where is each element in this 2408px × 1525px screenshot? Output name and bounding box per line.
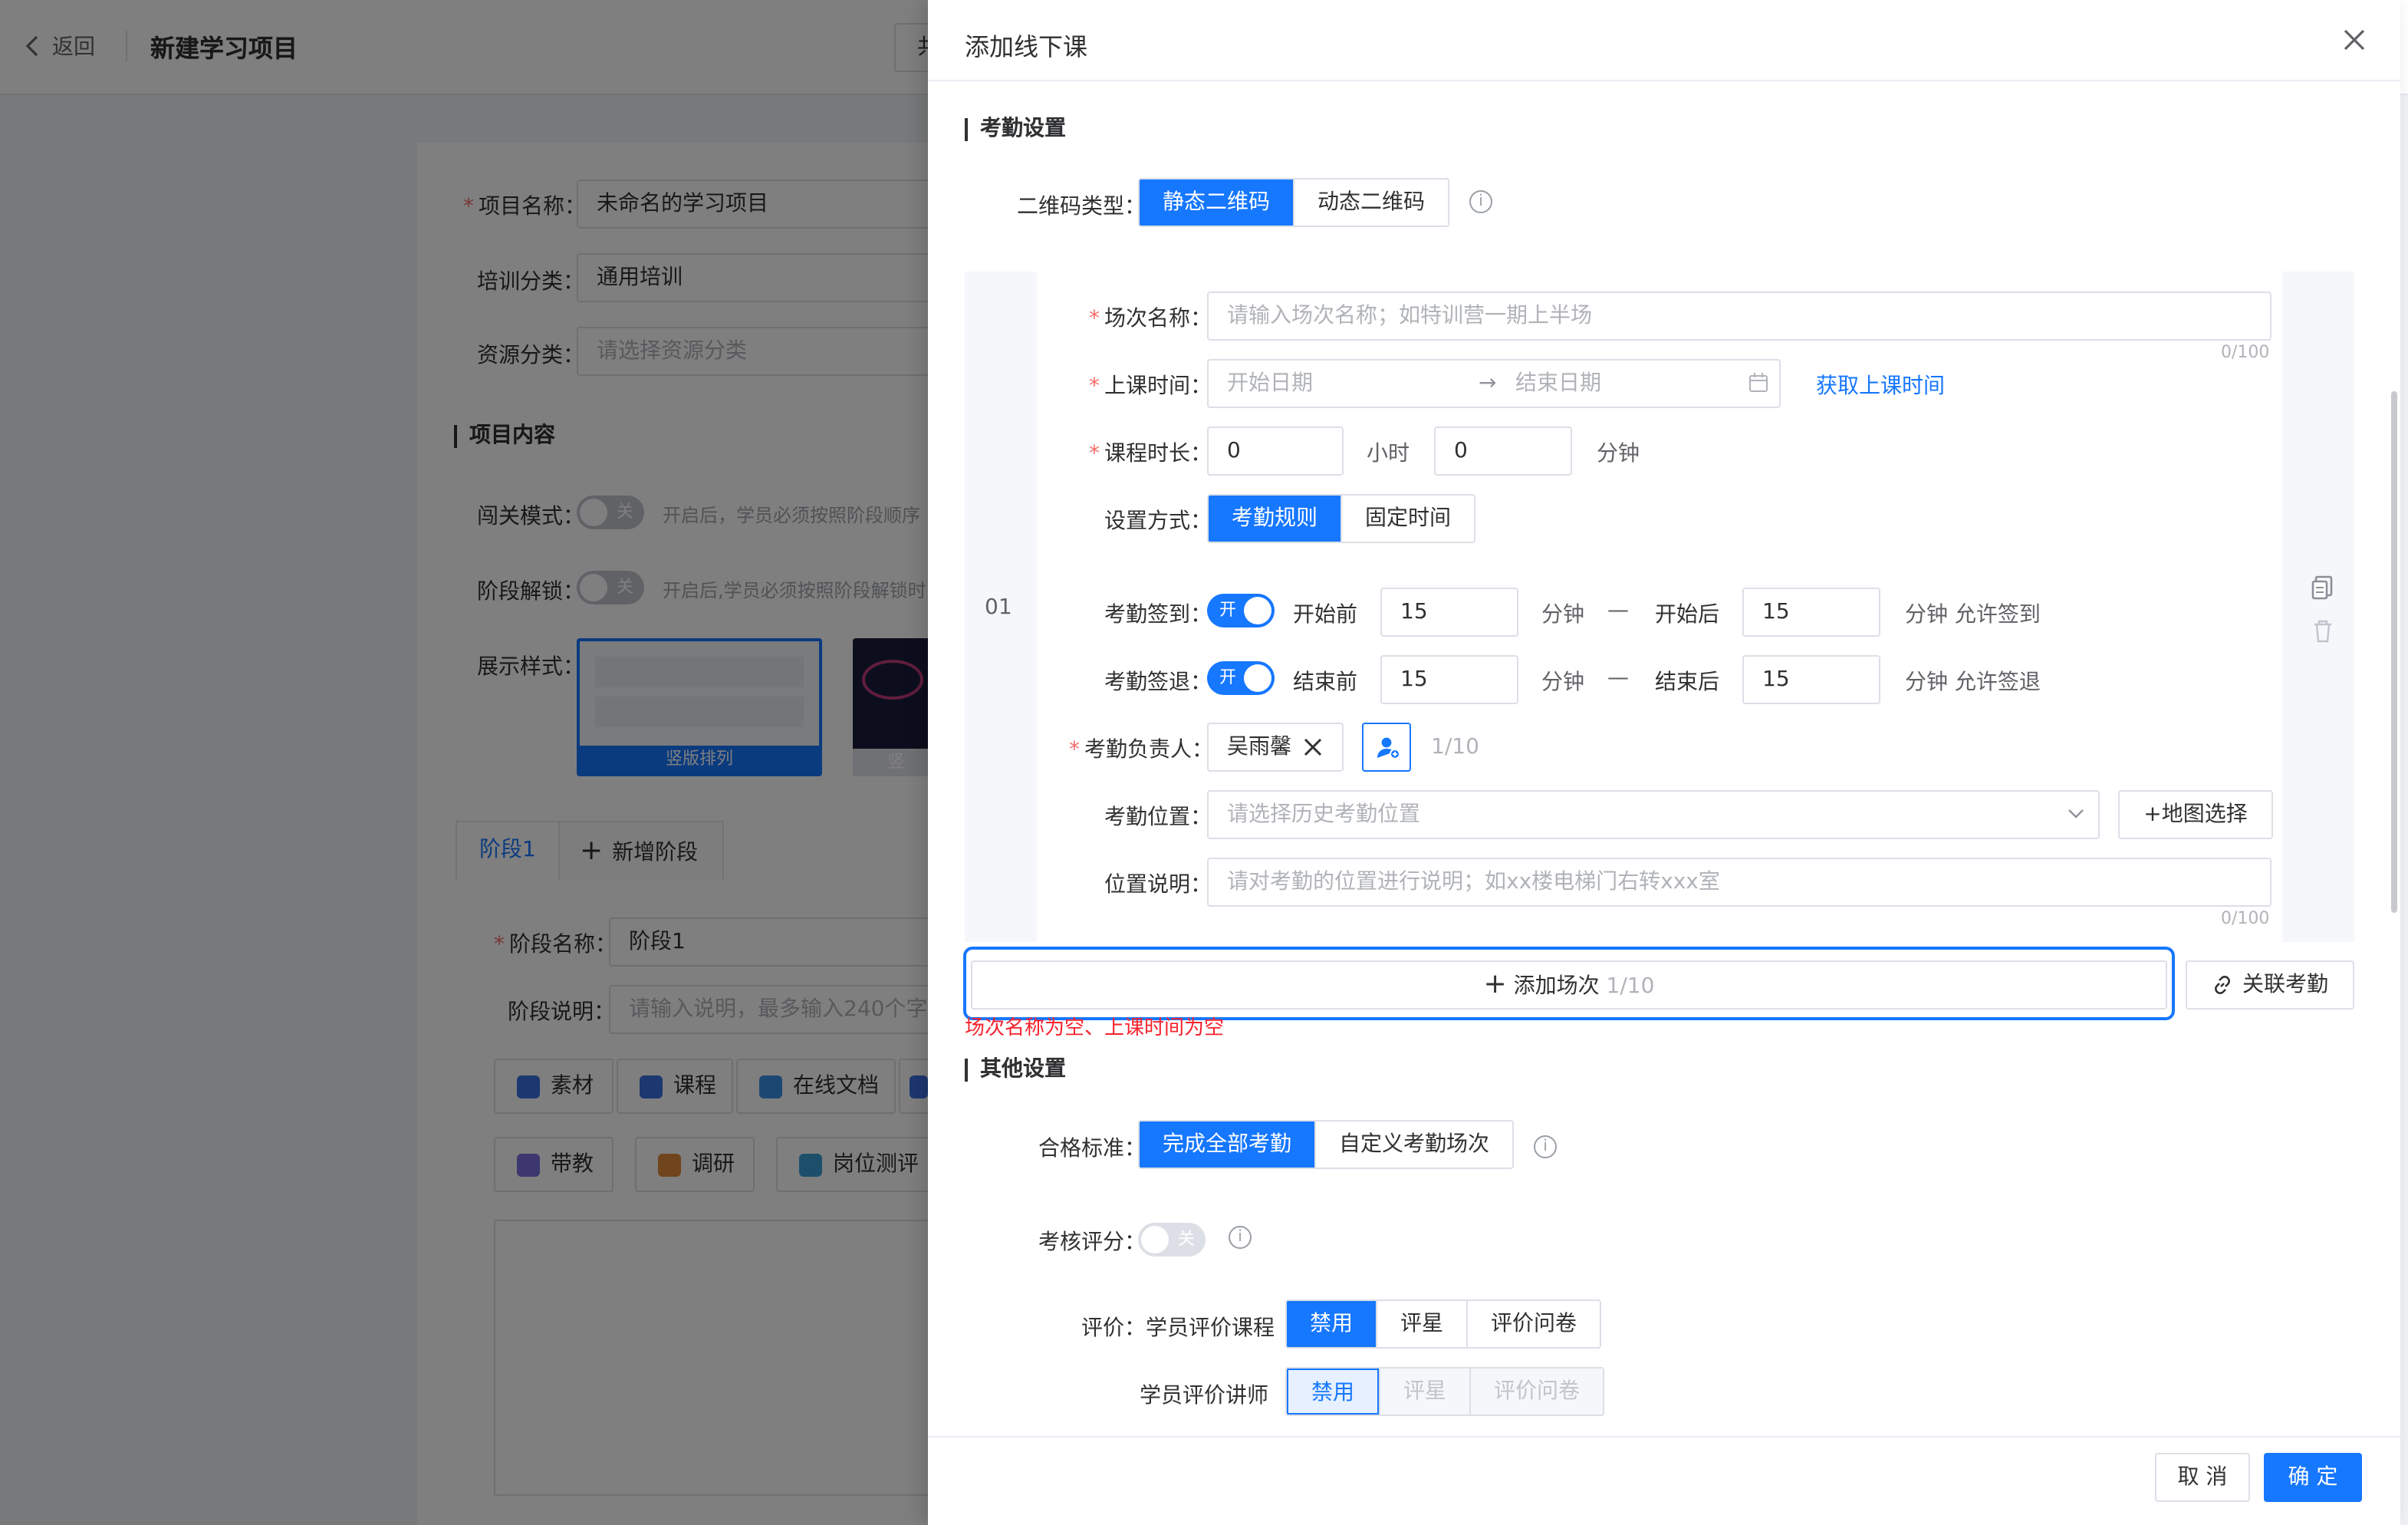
class-time-range[interactable]: 开始日期 → 结束日期 bbox=[1207, 359, 1781, 408]
session-index: 01 bbox=[985, 595, 1012, 620]
arrow-right-icon: → bbox=[1479, 371, 1497, 396]
checkout-label: 考勤签退： bbox=[1104, 670, 1212, 695]
checkout-after-unit: 分钟 允许签退 bbox=[1905, 670, 2041, 695]
cancel-button[interactable]: 取 消 bbox=[2155, 1453, 2250, 1502]
error-message: 场次名称为空、上课时间为空 bbox=[965, 1017, 1225, 1040]
pass-standard-label: 合格标准： bbox=[1038, 1137, 1146, 1161]
checkout-before-input[interactable]: 15 bbox=[1380, 655, 1518, 704]
add-owner-button[interactable] bbox=[1362, 723, 1411, 772]
user-add-icon bbox=[1376, 735, 1400, 759]
eval-course-toggle: 禁用 评星 评价问卷 bbox=[1285, 1299, 1601, 1349]
owner-tag: 吴雨馨 bbox=[1207, 723, 1344, 772]
hours-input[interactable]: 0 bbox=[1207, 427, 1344, 476]
minutes-unit: 分钟 bbox=[1597, 442, 1640, 466]
link-attendance-button[interactable]: 关联考勤 bbox=[2186, 960, 2354, 1010]
eval-teacher-questionnaire[interactable]: 评价问卷 bbox=[1469, 1369, 1603, 1415]
info-icon[interactable]: i bbox=[1469, 190, 1492, 213]
hours-unit: 小时 bbox=[1367, 442, 1410, 466]
session-name-count: 0/100 bbox=[2221, 342, 2270, 362]
session-name-label: 场次名称： bbox=[1089, 302, 1212, 333]
other-section-title: 其他设置 bbox=[965, 1058, 1066, 1082]
checkout-after-label: 结束后 bbox=[1655, 670, 1719, 695]
location-desc-count: 0/100 bbox=[2221, 908, 2270, 928]
trash-icon[interactable] bbox=[2313, 620, 2333, 643]
remove-owner-icon[interactable] bbox=[1304, 738, 1322, 756]
eval-teacher-toggle: 禁用 评星 评价问卷 bbox=[1285, 1367, 1604, 1416]
get-class-time-link[interactable]: 获取上课时间 bbox=[1816, 370, 1945, 400]
session-name-input[interactable]: 请输入场次名称；如特训营一期上半场 bbox=[1207, 291, 2271, 341]
map-select-button[interactable]: +地图选择 bbox=[2118, 790, 2273, 839]
location-desc-input[interactable]: 请对考勤的位置进行说明；如xx楼电梯门右转xxx室 bbox=[1207, 858, 2271, 907]
score-label: 考核评分： bbox=[1038, 1230, 1146, 1255]
chevron-down-icon bbox=[2068, 809, 2084, 819]
modal-mask[interactable] bbox=[0, 0, 928, 1525]
confirm-button[interactable]: 确 定 bbox=[2264, 1453, 2362, 1502]
mode-label: 设置方式： bbox=[1104, 509, 1212, 534]
qr-dynamic-option[interactable]: 动态二维码 bbox=[1293, 180, 1448, 226]
owner-label: 考勤负责人： bbox=[1069, 733, 1213, 764]
location-select[interactable]: 请选择历史考勤位置 bbox=[1207, 790, 2100, 839]
eval-teacher-disable[interactable]: 禁用 bbox=[1287, 1369, 1379, 1415]
info-icon[interactable]: i bbox=[1534, 1135, 1557, 1158]
eval-course-star[interactable]: 评星 bbox=[1376, 1301, 1466, 1347]
add-session-label: 添加场次 bbox=[1513, 974, 1600, 999]
add-session-button[interactable]: + 添加场次 1/10 bbox=[971, 960, 2167, 1010]
mode-fixed-time[interactable]: 固定时间 bbox=[1341, 496, 1474, 542]
mode-toggle: 考勤规则 固定时间 bbox=[1207, 494, 1475, 543]
eval-course-disable[interactable]: 禁用 bbox=[1287, 1301, 1376, 1347]
plus-icon: + bbox=[1483, 968, 1507, 1000]
checkin-before-label: 开始前 bbox=[1293, 603, 1357, 627]
location-desc-label: 位置说明： bbox=[1104, 873, 1212, 898]
scrollbar[interactable] bbox=[2391, 391, 2397, 913]
duration-label: 课程时长： bbox=[1089, 437, 1212, 468]
dash: — bbox=[1607, 666, 1629, 690]
start-date-input[interactable]: 开始日期 bbox=[1227, 361, 1313, 407]
end-date-input[interactable]: 结束日期 bbox=[1515, 361, 1601, 407]
eval-teacher-star[interactable]: 评星 bbox=[1379, 1369, 1469, 1415]
link-icon bbox=[2212, 974, 2233, 996]
drawer-footer: 取 消 确 定 bbox=[928, 1436, 2400, 1525]
checkin-after-label: 开始后 bbox=[1655, 603, 1719, 627]
qr-type-toggle: 静态二维码 动态二维码 bbox=[1138, 178, 1449, 227]
close-icon[interactable] bbox=[2342, 28, 2367, 52]
pass-standard-toggle: 完成全部考勤 自定义考勤场次 bbox=[1138, 1120, 1514, 1169]
checkout-before-unit: 分钟 bbox=[1541, 670, 1584, 695]
class-time-label: 上课时间： bbox=[1089, 370, 1212, 400]
drawer-header: 添加线下课 bbox=[928, 0, 2400, 81]
eval-teacher-label: 学员评价讲师 bbox=[1140, 1384, 1268, 1408]
pass-all-option[interactable]: 完成全部考勤 bbox=[1140, 1122, 1314, 1168]
eval-label: 评价：学员评价课程 bbox=[1081, 1316, 1275, 1341]
mode-attendance-rule[interactable]: 考勤规则 bbox=[1209, 496, 1341, 542]
checkin-before-input[interactable]: 15 bbox=[1380, 588, 1518, 637]
calendar-icon bbox=[1748, 373, 1768, 393]
checkout-after-input[interactable]: 15 bbox=[1742, 655, 1880, 704]
qr-static-option[interactable]: 静态二维码 bbox=[1140, 180, 1293, 226]
minutes-input[interactable]: 0 bbox=[1434, 427, 1572, 476]
attendance-section-title: 考勤设置 bbox=[965, 117, 1066, 141]
add-session-count: 1/10 bbox=[1606, 974, 1655, 999]
owner-count: 1/10 bbox=[1431, 735, 1479, 759]
checkout-switch[interactable]: 开 bbox=[1207, 661, 1275, 695]
checkin-after-input[interactable]: 15 bbox=[1742, 588, 1880, 637]
info-icon[interactable]: i bbox=[1229, 1226, 1252, 1249]
location-label: 考勤位置： bbox=[1104, 805, 1212, 830]
checkin-before-unit: 分钟 bbox=[1541, 603, 1584, 627]
checkout-before-label: 结束前 bbox=[1293, 670, 1357, 695]
qr-type-label: 二维码类型： bbox=[1017, 195, 1146, 219]
pass-custom-option[interactable]: 自定义考勤场次 bbox=[1314, 1122, 1512, 1168]
add-offline-course-drawer: 添加线下课 考勤设置 二维码类型： 静态二维码 动态二维码 i 01 场次名称：… bbox=[928, 0, 2400, 1525]
copy-icon[interactable] bbox=[2311, 575, 2333, 600]
owner-name: 吴雨馨 bbox=[1227, 735, 1291, 759]
dash: — bbox=[1607, 598, 1629, 623]
checkin-label: 考勤签到： bbox=[1104, 603, 1212, 627]
eval-course-questionnaire[interactable]: 评价问卷 bbox=[1466, 1301, 1600, 1347]
checkin-after-unit: 分钟 允许签到 bbox=[1905, 603, 2041, 627]
score-switch[interactable]: 关 bbox=[1138, 1223, 1206, 1257]
checkin-switch[interactable]: 开 bbox=[1207, 594, 1275, 627]
drawer-title: 添加线下课 bbox=[965, 32, 1088, 61]
